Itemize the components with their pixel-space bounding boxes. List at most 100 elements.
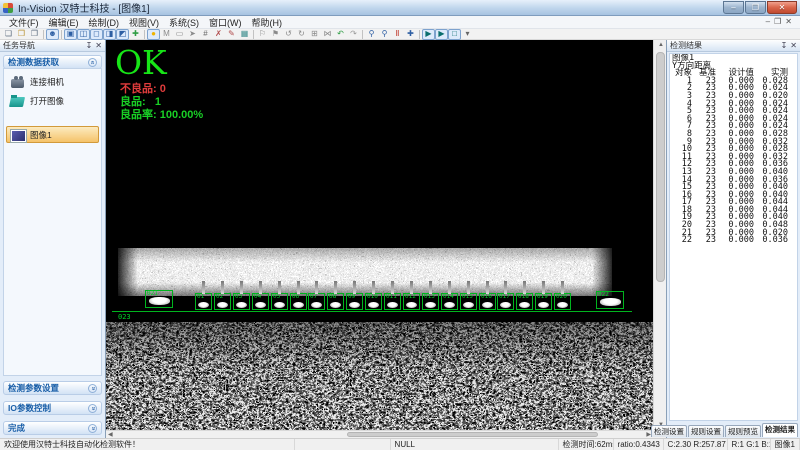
annotation-label: 012: [405, 293, 416, 300]
menu-edit[interactable]: 编辑(E): [44, 16, 84, 29]
capture-window-icon[interactable]: ◻: [90, 29, 103, 40]
section-title: 检测参数设置: [8, 382, 59, 394]
capture-single-icon[interactable]: ▣: [64, 29, 77, 40]
maximize-button[interactable]: ❐: [745, 1, 766, 14]
redo-icon[interactable]: ↷: [347, 29, 360, 40]
close-panel-icon[interactable]: ✕: [95, 41, 102, 50]
nav-item-image-1[interactable]: 图像1: [6, 126, 99, 143]
pin-icon[interactable]: ↧: [86, 41, 93, 50]
mdi-restore-icon[interactable]: ❐: [774, 18, 781, 26]
status-ratio: ratio:0.4343: [614, 439, 664, 450]
annotation-label: 03: [235, 293, 242, 300]
status-rgb: R:1 G:1 B:1: [728, 439, 771, 450]
menu-help[interactable]: 帮助(H): [247, 16, 288, 29]
nav-item-connect-camera[interactable]: 连接相机: [6, 73, 99, 90]
annotation-label: 017: [499, 293, 510, 300]
status-welcome: 欢迎使用汉特士科技自动化检测软件！: [0, 439, 295, 450]
mdi-minimize-icon[interactable]: –: [766, 18, 770, 26]
expand-chevron-icon[interactable]: »: [88, 424, 97, 433]
horizontal-scroll-thumb[interactable]: [347, 432, 599, 437]
import-image-icon[interactable]: ❐: [28, 29, 41, 40]
mdi-close-icon[interactable]: ✕: [785, 18, 792, 26]
solder-pad: [600, 298, 621, 306]
scroll-up-icon[interactable]: ▲: [658, 42, 664, 48]
horizontal-scrollbar[interactable]: ◀ ▶: [106, 430, 653, 438]
section-data-acquisition[interactable]: 检测数据获取 »: [3, 55, 102, 69]
menu-view[interactable]: 视图(V): [124, 16, 164, 29]
user-account-icon[interactable]: ☻: [46, 29, 59, 40]
image-canvas[interactable]: OK 不良品: 0良品: 1良品率: 100.00%: [106, 40, 653, 430]
capture-roi-icon[interactable]: ◨: [103, 29, 116, 40]
close-button[interactable]: ✕: [767, 1, 797, 14]
marker-cross-icon[interactable]: ✚: [129, 29, 142, 40]
task-navigation-panel: 任务导航 ↧ ✕ 检测数据获取 » 连接相机打开图像图像1 检测参数设置»IO参…: [0, 40, 106, 438]
annotation-right-pad: 022: [596, 291, 624, 309]
monitor-icon[interactable]: ▭: [173, 29, 186, 40]
solder-pad: [255, 302, 266, 308]
menu-draw[interactable]: 绘制(D): [84, 16, 125, 29]
toolbar-overflow-icon[interactable]: ▾: [461, 29, 474, 40]
expand-chevron-icon[interactable]: »: [88, 404, 97, 413]
minimize-button[interactable]: –: [723, 1, 744, 14]
grid-icon[interactable]: #: [199, 29, 212, 40]
section-detect-params[interactable]: 检测参数设置 »: [3, 381, 102, 395]
capture-full-icon[interactable]: ◩: [116, 29, 129, 40]
vertical-scrollbar[interactable]: ▲ ▼: [653, 40, 666, 430]
capture-continuous-icon[interactable]: ◫: [77, 29, 90, 40]
annotation-pin-07: 07: [308, 293, 325, 310]
picture-frame-icon[interactable]: ▦: [238, 29, 251, 40]
run-once-icon[interactable]: ▶: [435, 29, 448, 40]
rotate-cw-icon[interactable]: ↻: [295, 29, 308, 40]
pixel-grid-icon[interactable]: ⊞: [308, 29, 321, 40]
camera-icon: [10, 76, 26, 88]
annotation-pin-013: 013: [422, 293, 439, 310]
pin-lead: [353, 281, 356, 294]
stretch-horizontal-icon[interactable]: ⋈: [321, 29, 334, 40]
pin-lead: [372, 281, 375, 294]
annotation-label: 015: [462, 293, 473, 300]
annotation-label: 02: [216, 293, 223, 300]
pin-icon[interactable]: ↧: [781, 41, 788, 50]
new-file-icon[interactable]: ❏: [2, 29, 15, 40]
open-folder-icon[interactable]: ❒: [15, 29, 28, 40]
undo-icon[interactable]: ↶: [334, 29, 347, 40]
annotation-pin-011: 011: [384, 293, 401, 310]
menu-window[interactable]: 窗口(W): [204, 16, 247, 29]
exposure-icon[interactable]: M: [160, 29, 173, 40]
section-io-params[interactable]: IO参数控制»: [3, 401, 102, 415]
run-continuous-icon[interactable]: ▶: [422, 29, 435, 40]
solder-pad: [482, 302, 493, 308]
measure-columns-icon[interactable]: Ⅱ: [391, 29, 404, 40]
table-cell: 0.000: [716, 237, 754, 245]
section-finish[interactable]: 完成»: [3, 421, 102, 435]
stop-run-icon[interactable]: □: [448, 29, 461, 40]
flag-outline-icon[interactable]: ⚐: [256, 29, 269, 40]
titlebar: In-Vision 汉特士科技 - [图像1] – ❐ ✕: [0, 0, 800, 16]
solder-pad: [349, 302, 360, 308]
light-bulb-icon[interactable]: ●: [147, 29, 160, 40]
flag-filled-icon[interactable]: ⚑: [269, 29, 282, 40]
vertical-scroll-thumb[interactable]: [656, 52, 665, 282]
tab-rule-settings[interactable]: 规则设置: [688, 425, 724, 437]
expand-chevron-icon[interactable]: »: [88, 384, 97, 393]
close-panel-icon[interactable]: ✕: [790, 41, 797, 50]
tab-rule-preview[interactable]: 规则预览: [725, 425, 761, 437]
tab-detect-settings[interactable]: 检测设置: [651, 425, 687, 437]
menu-file[interactable]: 文件(F): [4, 16, 44, 29]
menu-system[interactable]: 系统(S): [164, 16, 204, 29]
delete-mark-icon[interactable]: ✗: [212, 29, 225, 40]
zoom-in-icon[interactable]: ⚲: [365, 29, 378, 40]
pan-move-icon[interactable]: ✚: [404, 29, 417, 40]
edit-mark-icon[interactable]: ✎: [225, 29, 238, 40]
nav-item-open-image[interactable]: 打开图像: [6, 92, 99, 109]
collapse-chevron-icon[interactable]: »: [88, 58, 97, 67]
annotation-label: 011: [386, 293, 397, 300]
tab-detect-results[interactable]: 检测结果: [762, 423, 798, 437]
toolbar-separator: [144, 30, 145, 39]
rotate-ccw-icon[interactable]: ↺: [282, 29, 295, 40]
cursor-icon[interactable]: ➤: [186, 29, 199, 40]
annotation-pin-04: 04: [252, 293, 269, 310]
zoom-out-icon[interactable]: ⚲: [378, 29, 391, 40]
table-row: 22230.0000.036: [672, 237, 797, 245]
table-cell: 22: [672, 237, 692, 245]
